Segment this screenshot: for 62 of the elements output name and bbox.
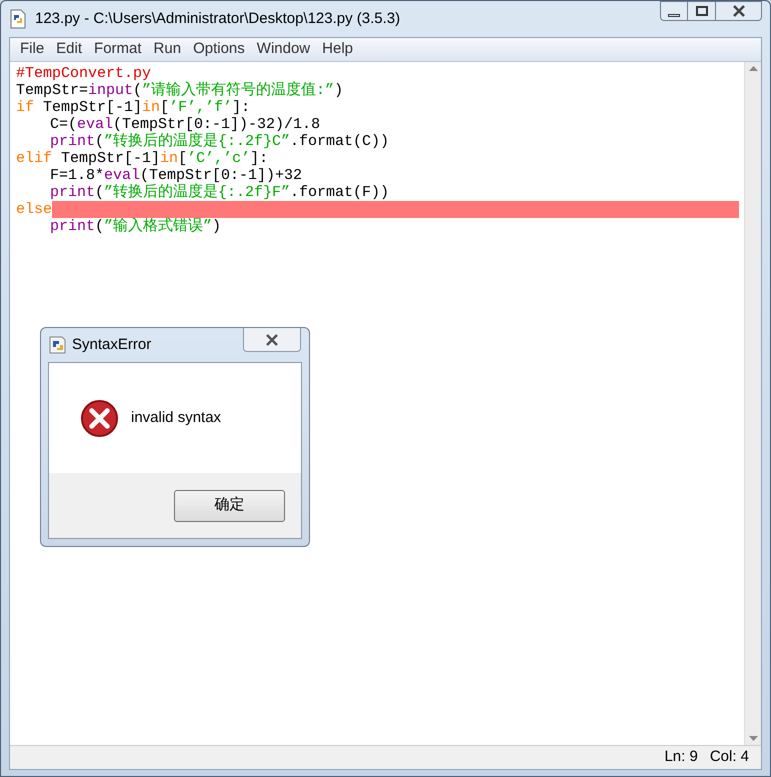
code-token: ]: (232, 99, 250, 116)
python-file-icon (9, 9, 27, 29)
code-token: ( (95, 184, 104, 201)
python-icon (48, 335, 68, 355)
column-status: Col: 4 (710, 747, 749, 768)
code-token: ) (334, 82, 344, 99)
ok-button[interactable]: 确定 (174, 490, 285, 522)
code-token: eval (77, 116, 114, 133)
close-icon[interactable] (264, 334, 280, 346)
code-token: in (142, 99, 160, 116)
code-token: F=1.8* (50, 167, 104, 184)
code-comment: #TempConvert.py (16, 65, 152, 82)
code-token: [ (160, 99, 170, 116)
code-token: ]: (250, 150, 268, 167)
menu-item[interactable]: Window (250, 38, 316, 61)
code-token: ) (212, 218, 222, 235)
code-token: [ (178, 150, 188, 167)
menu-item[interactable]: File (14, 38, 50, 61)
code-token: print (50, 184, 96, 201)
line-number-status: Ln: 9 (664, 747, 698, 768)
code-token: ”转换后的温度是{:.2f}C” (104, 133, 290, 150)
code-token: C=( (50, 116, 78, 133)
menu-item[interactable]: Options (187, 38, 251, 61)
code-token: if (16, 99, 34, 116)
code-token: print (50, 133, 96, 150)
code-token: in (160, 150, 178, 167)
code-token: .format(F)) (290, 184, 390, 201)
code-token: ”请输入带有符号的温度值:” (142, 82, 334, 99)
code-token: print (50, 218, 96, 235)
error-icon (80, 398, 119, 438)
code-token: ’C’,’c’ (187, 150, 250, 167)
close-button[interactable] (716, 1, 762, 21)
code-token: ”输入格式错误” (104, 218, 212, 235)
scroll-up-icon[interactable] (748, 66, 758, 71)
code-token: else (16, 201, 52, 218)
scrollbar[interactable] (744, 62, 761, 745)
scroll-down-icon[interactable] (748, 736, 758, 741)
code-token: ’F’,’f’ (169, 99, 232, 116)
window-title: 123.py - C:\Users\Administrator\Desktop\123.py (3.5.3) (35, 8, 400, 29)
code-token: eval (104, 167, 140, 184)
code-token: (TempStr[0:-1])-32)/1.8 (113, 116, 320, 133)
code-token: TempStr[-1] (42, 99, 142, 116)
code-token: ( (133, 82, 142, 99)
code-token: (TempStr[0:-1])+32 (140, 167, 302, 184)
code-token: TempStr= (16, 82, 88, 99)
menu-item[interactable]: Run (148, 38, 188, 61)
close-icon[interactable] (732, 5, 746, 17)
code-token: TempStr[-1] (60, 150, 160, 167)
code-token: ”转换后的温度是{:.2f}F” (104, 184, 290, 201)
code-token: ( (95, 133, 104, 150)
code-token: .format(C)) (290, 133, 390, 150)
code-token: ( (95, 218, 104, 235)
dialog-title: SyntaxError (72, 334, 152, 355)
error-message: invalid syntax (131, 408, 222, 428)
menu-item[interactable]: Format (88, 38, 148, 61)
code-token: input (88, 82, 134, 99)
maximize-button[interactable] (688, 1, 716, 21)
minimize-button[interactable] (660, 1, 688, 21)
code-token: elif (16, 150, 52, 167)
menu-item[interactable]: Help (316, 38, 359, 61)
close-button[interactable] (243, 328, 301, 352)
menu-item[interactable]: Edit (50, 38, 88, 61)
